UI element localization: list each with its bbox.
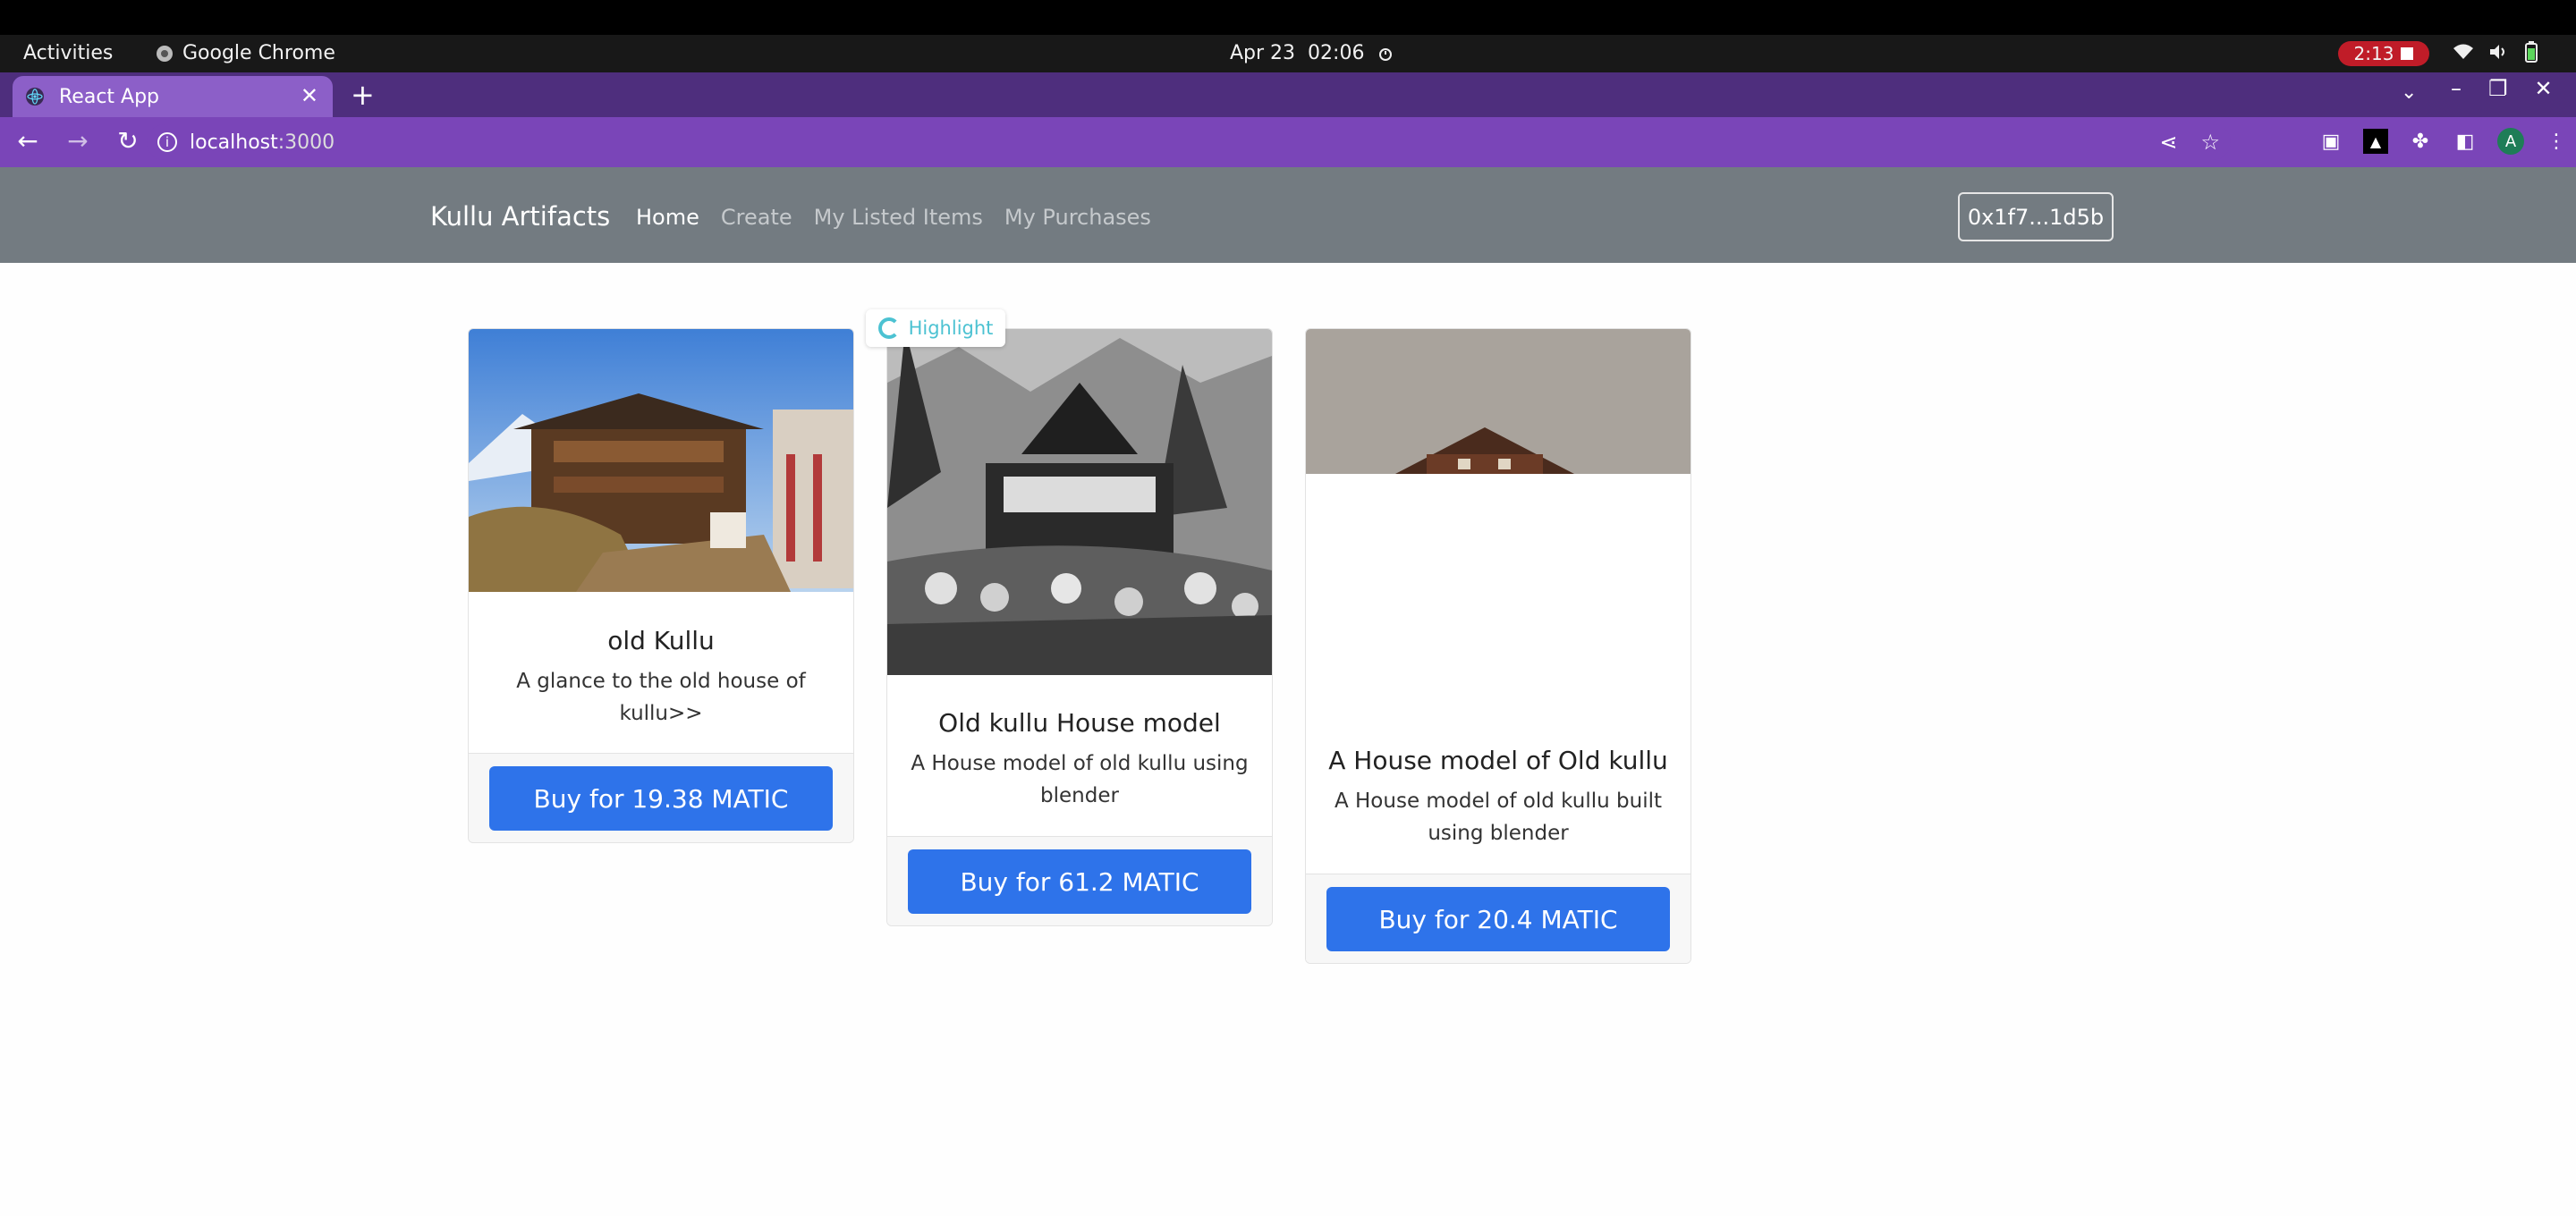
share-icon[interactable]: ⋖ <box>2159 130 2177 155</box>
site-info-icon[interactable]: i <box>157 132 177 152</box>
window-controls: – ❐ ✕ <box>2451 76 2553 101</box>
card-footer: Buy for 19.38 MATIC <box>469 753 853 842</box>
clock-time: 02:06 <box>1308 42 1365 64</box>
screen-top-strip <box>0 0 2576 35</box>
battery-icon <box>2525 41 2538 63</box>
restore-icon[interactable]: ❐ <box>2488 76 2508 101</box>
item-image-house-model-bw <box>887 329 1272 675</box>
url-port: :3000 <box>277 131 335 154</box>
url-host: localhost <box>190 131 278 154</box>
volume-icon <box>2490 45 2504 59</box>
buy-button[interactable]: Buy for 20.4 MATIC <box>1326 887 1670 951</box>
close-window-icon[interactable]: ✕ <box>2535 76 2553 101</box>
reload-icon[interactable]: ↻ <box>114 126 141 156</box>
buy-button[interactable]: Buy for 61.2 MATIC <box>908 849 1251 914</box>
nft-card: Old kullu House model A House model of o… <box>886 328 1273 926</box>
item-title: A House model of Old kullu <box>1328 746 1668 775</box>
extension-square-icon[interactable]: ▣ <box>2318 129 2343 154</box>
address-bar[interactable]: i localhost:3000 ⋖ ☆ <box>147 124 2231 160</box>
nav-link-my-listed-items[interactable]: My Listed Items <box>814 205 983 230</box>
alarm-icon <box>1379 47 1393 61</box>
screen-recording-indicator[interactable]: 2:13 <box>2338 41 2429 66</box>
item-description: A glance to the old house of kullu>> <box>516 670 806 725</box>
side-panel-icon[interactable]: ◧ <box>2453 129 2478 154</box>
recording-time: 2:13 <box>2353 43 2394 64</box>
active-app-name: Google Chrome <box>182 42 335 64</box>
nav-links: Home Create My Listed Items My Purchases <box>636 205 1151 230</box>
item-image-house-model-render <box>1306 329 1690 474</box>
activities-button[interactable]: Activities <box>23 42 113 64</box>
extensions-area: ▣ ▲ ✤ ◧ A ⋮ <box>2318 128 2569 155</box>
clock[interactable]: Apr 23 02:06 <box>1230 42 1394 64</box>
item-description: A House model of old kullu built using b… <box>1334 790 1663 845</box>
browser-tab-strip: React App ✕ + ⌄ – ❐ ✕ <box>0 72 2576 117</box>
highlight-label: Highlight <box>908 317 994 339</box>
card-footer: Buy for 61.2 MATIC <box>887 836 1272 925</box>
react-favicon-icon <box>26 88 44 106</box>
clock-date: Apr 23 <box>1230 42 1296 64</box>
tab-title: React App <box>59 86 160 108</box>
back-icon[interactable]: ← <box>14 126 41 156</box>
active-app-indicator[interactable]: Google Chrome <box>156 42 335 64</box>
bookmark-star-icon[interactable]: ☆ <box>2200 130 2220 155</box>
address-bar-actions: ⋖ ☆ <box>2159 130 2220 155</box>
nft-card: A House model of Old kullu A House model… <box>1305 328 1691 964</box>
os-top-bar: Activities Google Chrome Apr 23 02:06 2:… <box>0 35 2576 72</box>
profile-avatar[interactable]: A <box>2497 128 2524 155</box>
highlight-widget[interactable]: Highlight <box>866 309 1005 347</box>
chrome-menu-icon[interactable]: ⋮ <box>2544 129 2569 154</box>
extension-a-icon[interactable]: ▲ <box>2363 129 2388 154</box>
account-button[interactable]: 0x1f7...1d5b <box>1958 192 2114 241</box>
brand-logo[interactable]: Kullu Artifacts <box>430 201 610 232</box>
chrome-icon <box>157 45 173 62</box>
nav-buttons: ← → ↻ <box>14 126 141 156</box>
tab-react-app[interactable]: React App ✕ <box>13 76 333 117</box>
forward-icon[interactable]: → <box>64 126 91 156</box>
app-navbar: Kullu Artifacts Home Create My Listed It… <box>0 167 2576 263</box>
puzzle-extensions-icon[interactable]: ✤ <box>2408 129 2433 154</box>
highlight-icon <box>877 317 900 339</box>
minimize-icon[interactable]: – <box>2451 76 2462 101</box>
item-title: Old kullu House model <box>938 708 1221 738</box>
card-footer: Buy for 20.4 MATIC <box>1306 874 1690 963</box>
nft-card: old Kullu A glance to the old house of k… <box>468 328 854 843</box>
browser-toolbar: ← → ↻ i localhost:3000 ⋖ ☆ ▣ ▲ ✤ ◧ A ⋮ <box>0 117 2576 167</box>
item-description: A House model of old kullu using blender <box>911 752 1249 807</box>
tab-search-chevron-icon[interactable]: ⌄ <box>2401 81 2417 104</box>
url-text: localhost:3000 <box>190 131 335 154</box>
buy-button[interactable]: Buy for 19.38 MATIC <box>489 766 833 831</box>
nav-link-home[interactable]: Home <box>636 205 699 230</box>
item-image-old-house <box>469 329 853 592</box>
nav-link-create[interactable]: Create <box>721 205 792 230</box>
stop-recording-icon <box>2401 47 2414 60</box>
item-title: old Kullu <box>607 626 715 655</box>
new-tab-icon[interactable]: + <box>351 78 375 112</box>
system-tray[interactable] <box>2453 41 2538 63</box>
nav-link-my-purchases[interactable]: My Purchases <box>1004 205 1151 230</box>
tab-close-icon[interactable]: ✕ <box>301 83 318 108</box>
wifi-icon <box>2453 44 2473 59</box>
